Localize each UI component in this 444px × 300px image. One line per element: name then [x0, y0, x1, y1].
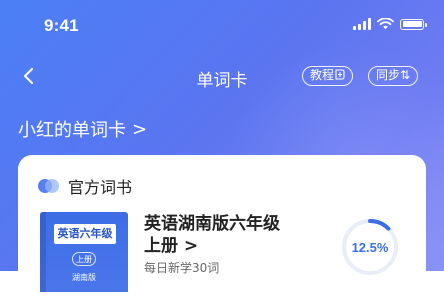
cover-title-label: 英语六年级 [54, 224, 116, 244]
dual-dot-icon [38, 179, 60, 193]
official-wordbook-card: 官方词书 英语六年级 上册 湖南版 英语湖南版六年级 上册 > 每日新学30词 … [18, 155, 426, 295]
sync-button-label: 同步⇅ [376, 68, 411, 82]
status-time: 9:41 [44, 16, 79, 35]
status-bar: 9:41 [0, 0, 444, 52]
nav-bar: 单词卡 教程 同步⇅ [0, 56, 444, 96]
card-header: 官方词书 [38, 174, 132, 198]
progress-ring: 12.5% [340, 217, 400, 277]
tutorial-button-label: 教程 [310, 68, 335, 82]
book-name-line2: 上册 [144, 236, 178, 256]
card-header-label: 官方词书 [68, 178, 133, 197]
tutorial-badge-icon [335, 69, 345, 80]
status-icons [353, 18, 427, 30]
cover-edition: 湖南版 [72, 273, 96, 282]
progress-percentage: 12.5% [351, 239, 389, 255]
deck-owner-title[interactable]: 小红的单词卡 > [18, 116, 147, 142]
cover-volume-badge: 上册 [72, 252, 96, 266]
wifi-icon [377, 18, 394, 30]
book-name-line1: 英语湖南版六年级 [144, 214, 280, 234]
tutorial-button[interactable]: 教程 [302, 66, 354, 86]
book-cover[interactable]: 英语六年级 上册 湖南版 [40, 212, 128, 292]
sync-button[interactable]: 同步⇅ [368, 66, 419, 86]
cellular-signal-icon [353, 18, 371, 30]
chevron-right-icon: > [183, 236, 199, 256]
deck-owner-label: 小红的单词卡 [18, 120, 126, 141]
chevron-right-icon: > [132, 118, 148, 140]
daily-goal-text: 每日新学30词 [144, 261, 220, 275]
battery-icon [400, 18, 427, 30]
book-name-link[interactable]: 英语湖南版六年级 上册 > [144, 213, 334, 257]
